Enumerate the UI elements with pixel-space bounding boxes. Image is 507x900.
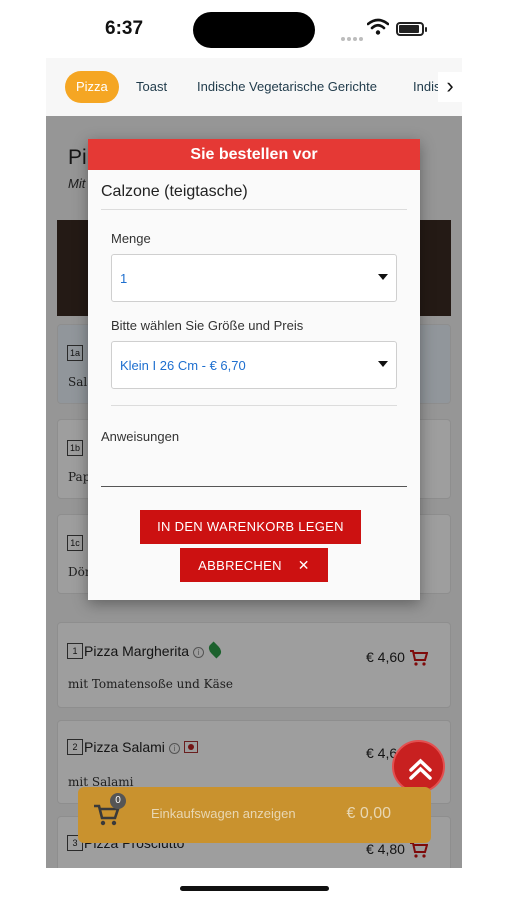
dialog-title: Sie bestellen vor <box>88 139 420 170</box>
close-icon: ✕ <box>297 557 310 573</box>
category-tabs: Pizza Toast Indische Vegetarische Gerich… <box>46 58 462 116</box>
battery-icon <box>396 22 427 36</box>
tab-indisch[interactable]: Indis <box>413 71 440 103</box>
chevron-right-icon[interactable]: › <box>438 72 462 102</box>
product-name: Calzone (teigtasche) <box>101 183 248 200</box>
cancel-button[interactable]: ABBRECHEN ✕ <box>180 548 328 582</box>
quantity-label: Menge <box>111 231 151 246</box>
instructions-field[interactable] <box>101 449 407 487</box>
wifi-icon <box>367 18 389 35</box>
tab-toast[interactable]: Toast <box>136 71 167 103</box>
instructions-label: Anweisungen <box>101 429 180 444</box>
caret-down-icon <box>378 361 388 367</box>
size-price-select[interactable]: Klein I 26 Cm - € 6,70 <box>111 341 397 389</box>
cart-count-badge: 0 <box>110 793 126 809</box>
tab-indische-vegetarische[interactable]: Indische Vegetarische Gerichte <box>197 71 377 103</box>
home-indicator <box>180 886 329 891</box>
cart-label: Einkaufswagen anzeigen <box>151 806 296 821</box>
view-cart-button[interactable]: 0 Einkaufswagen anzeigen € 0,00 <box>78 787 431 843</box>
scroll-to-top-button[interactable] <box>392 740 445 793</box>
add-to-cart-button[interactable]: IN DEN WARENKORB LEGEN <box>140 510 361 544</box>
divider <box>101 209 407 210</box>
dynamic-island <box>193 12 315 48</box>
tab-pizza[interactable]: Pizza <box>65 71 119 103</box>
cancel-label: ABBRECHEN <box>198 558 282 573</box>
status-bar: 6:37 <box>0 0 507 58</box>
quantity-select[interactable]: 1 <box>111 254 397 302</box>
divider <box>111 405 397 406</box>
quantity-value: 1 <box>120 271 128 286</box>
cart-total: € 0,00 <box>346 805 391 822</box>
cellular-signal-icon <box>341 28 365 41</box>
caret-down-icon <box>378 274 388 280</box>
clock: 6:37 <box>105 18 144 39</box>
size-label: Bitte wählen Sie Größe und Preis <box>111 318 304 333</box>
preorder-dialog: Sie bestellen vor Calzone (teigtasche) M… <box>88 139 420 600</box>
size-value: Klein I 26 Cm - € 6,70 <box>120 358 246 373</box>
screen: 6:37 Pizza Toast Indische Vegetarische G… <box>0 0 507 900</box>
